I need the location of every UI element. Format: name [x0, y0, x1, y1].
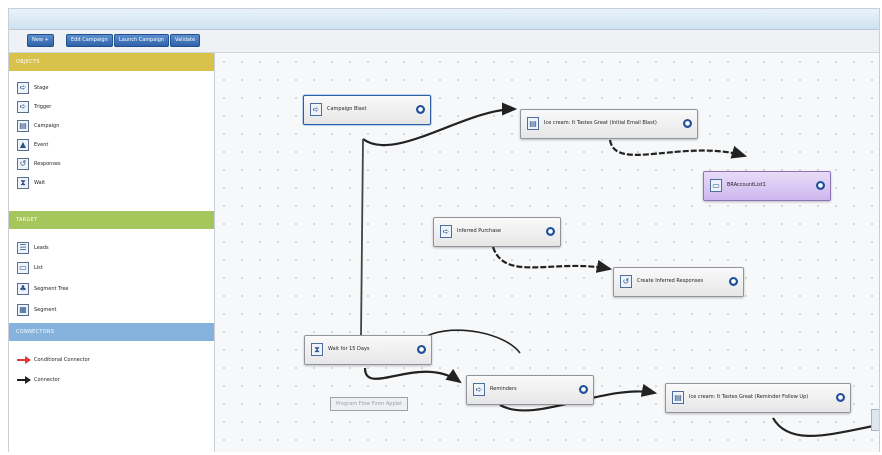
stage-arrow-icon: ➪ — [17, 82, 29, 94]
palette-item-stage[interactable]: ➪ Stage — [17, 81, 197, 97]
node-inferred-purchase[interactable]: ➪ Inferred Purchase ● — [433, 217, 561, 247]
stage-arrow-icon: ➪ — [310, 103, 322, 116]
palette-item-responses[interactable]: ↺ Responses — [17, 157, 197, 173]
node-campaign-blast[interactable]: ➪ Campaign Blast ● — [303, 95, 431, 125]
campaign-designer-window: New + Edit Campaign Launch Campaign Vali… — [8, 8, 880, 452]
connector-email-to-list — [608, 139, 748, 159]
node-menu-icon[interactable]: ● — [417, 345, 426, 354]
validate-button[interactable]: Validate — [170, 34, 201, 47]
node-label: Create Inferred Responses — [637, 278, 704, 284]
palette-item-list[interactable]: ▭ List — [17, 261, 197, 277]
list-icon: ▭ — [17, 262, 29, 274]
stage-arrow-icon: ➪ — [473, 383, 485, 396]
palette-item-segment-tree[interactable]: ♣ Segment Tree — [17, 282, 197, 298]
palette-item-label: Connector — [34, 377, 60, 383]
palette-item-wait[interactable]: ⧗ Wait — [17, 176, 197, 192]
flow-canvas[interactable]: ➪ Campaign Blast ● ▤ Ice cream: It Taste… — [215, 53, 879, 452]
campaign-icon: ▤ — [527, 117, 539, 130]
canvas-resize-handle[interactable] — [871, 409, 879, 431]
palette-item-event[interactable]: ▲ Event — [17, 138, 197, 154]
connectors-section-header: CONNECTORS — [9, 323, 214, 341]
node-label: Campaign Blast — [327, 106, 367, 112]
palette-item-leads[interactable]: ☰ Leads — [17, 241, 197, 257]
applet-tooltip: Program Flow Form Applet — [330, 397, 409, 411]
hourglass-icon: ⧗ — [311, 343, 323, 356]
palette-sidebar: OBJECTS ➪ Stage ➪ Trigger ▤ Campaign ▲ E… — [9, 53, 215, 452]
node-create-inferred-responses[interactable]: ↺ Create Inferred Responses ● — [613, 267, 744, 297]
launch-campaign-button[interactable]: Launch Campaign — [114, 34, 170, 47]
palette-item-label: List — [34, 265, 43, 271]
connector-wait-top-curve — [426, 329, 521, 354]
palette-item-label: Responses — [34, 161, 61, 167]
node-menu-icon[interactable]: ● — [729, 277, 738, 286]
node-account-list[interactable]: ▭ BRAccountList1 ● — [703, 171, 831, 201]
title-bar — [9, 9, 879, 30]
event-icon: ▲ — [17, 139, 29, 151]
connector-blast-to-wait — [360, 138, 364, 338]
palette-item-trigger[interactable]: ➪ Trigger — [17, 100, 197, 116]
node-menu-icon[interactable]: ● — [416, 105, 425, 114]
palette-item-label: Segment Tree — [34, 286, 69, 292]
node-wait-15-days[interactable]: ⧗ Wait for 15 Days ● — [304, 335, 432, 365]
edit-campaign-button[interactable]: Edit Campaign — [66, 34, 113, 47]
connector-followup-offscreen — [772, 417, 879, 437]
objects-section-header: OBJECTS — [9, 53, 214, 71]
palette-item-label: Trigger — [34, 104, 52, 110]
stage-arrow-icon: ➪ — [440, 225, 452, 238]
target-section-header: TARGET — [9, 211, 214, 229]
segment-icon: ▦ — [17, 304, 29, 316]
node-label: Inferred Purchase — [457, 228, 501, 234]
node-menu-icon[interactable]: ● — [546, 227, 555, 236]
node-label: Ice cream: It Tastes Great (Initial Emai… — [544, 120, 657, 126]
new-button[interactable]: New + — [27, 34, 54, 47]
hourglass-icon: ⧗ — [17, 177, 29, 189]
responses-icon: ↺ — [17, 158, 29, 170]
connector-wait-to-reminders — [363, 367, 462, 384]
palette-item-label: Event — [34, 142, 49, 148]
node-menu-icon[interactable]: ● — [836, 393, 845, 402]
node-menu-icon[interactable]: ● — [816, 181, 825, 190]
palette-item-label: Wait — [34, 180, 46, 186]
campaign-icon: ▤ — [672, 391, 684, 404]
palette-item-label: Campaign — [34, 123, 60, 129]
campaign-icon: ▤ — [17, 120, 29, 132]
palette-item-segment[interactable]: ▦ Segment — [17, 303, 197, 319]
leads-icon: ☰ — [17, 242, 29, 254]
node-label: BRAccountList1 — [727, 182, 766, 188]
toolbar: New + Edit Campaign Launch Campaign Vali… — [9, 30, 879, 53]
palette-item-label: Leads — [34, 245, 49, 251]
node-label: Ice cream: It Tastes Great (Reminder Fol… — [689, 394, 809, 400]
palette-item-connector[interactable]: Connector — [17, 373, 197, 389]
palette-item-conditional-connector[interactable]: Conditional Connector — [17, 353, 197, 369]
node-menu-icon[interactable]: ● — [579, 385, 588, 394]
node-reminder-follow-up[interactable]: ▤ Ice cream: It Tastes Great (Reminder F… — [665, 383, 851, 413]
palette-item-campaign[interactable]: ▤ Campaign — [17, 119, 197, 135]
trigger-icon: ➪ — [17, 101, 29, 113]
palette-item-label: Segment — [34, 307, 57, 313]
palette-item-label: Stage — [34, 85, 49, 91]
segment-tree-icon: ♣ — [17, 283, 29, 295]
connector-arrow-icon — [25, 376, 31, 384]
node-label: Reminders — [490, 386, 517, 392]
responses-icon: ↺ — [620, 275, 632, 288]
node-label: Wait for 15 Days — [328, 346, 370, 352]
palette-item-label: Conditional Connector — [34, 357, 90, 363]
conditional-arrow-icon — [25, 356, 31, 364]
node-reminders[interactable]: ➪ Reminders ● — [466, 375, 594, 405]
list-icon: ▭ — [710, 179, 722, 192]
connector-inferred-to-create — [491, 246, 613, 273]
node-menu-icon[interactable]: ● — [683, 119, 692, 128]
node-initial-email-blast[interactable]: ▤ Ice cream: It Tastes Great (Initial Em… — [520, 109, 698, 139]
